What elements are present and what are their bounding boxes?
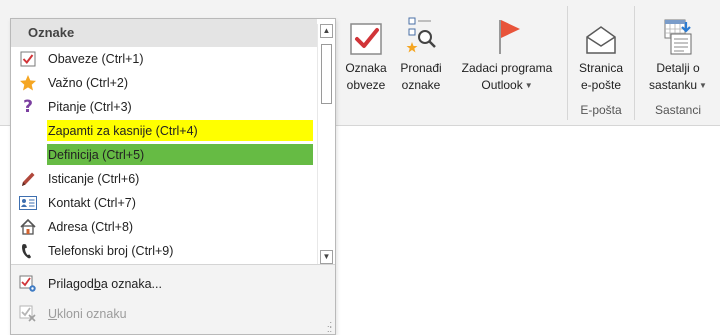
stranica-label-1: Stranica <box>578 61 624 75</box>
tag-item-pitanje[interactable]: ? Pitanje (Ctrl+3) <box>11 95 317 119</box>
customize-tags-text-pre: Prilagod <box>48 277 94 291</box>
tag-label: Važno (Ctrl+2) <box>48 75 129 90</box>
tag-item-definicija[interactable]: Definicija (Ctrl+5) <box>11 143 317 167</box>
house-icon <box>11 215 45 239</box>
phone-icon <box>11 239 45 263</box>
tags-header: Oznake <box>11 19 317 47</box>
tag-label: Pitanje (Ctrl+3) <box>48 99 132 114</box>
remove-tag-icon <box>11 305 45 323</box>
scroll-down-arrow-icon[interactable]: ▼ <box>320 250 333 264</box>
pronadi-oznake-label-1: Pronađi <box>400 61 442 75</box>
meeting-details-icon <box>660 12 696 56</box>
customize-tags-accelerator: b <box>93 277 101 291</box>
customize-tags-text-post: a oznaka... <box>100 277 162 291</box>
group-separator <box>634 6 635 120</box>
tag-label: Definicija (Ctrl+5) <box>48 147 145 162</box>
oznaka-obveze-button[interactable]: Oznaka obveze <box>342 12 390 94</box>
oznaka-obveze-label-1: Oznaka <box>345 61 387 75</box>
pen-icon <box>11 167 45 191</box>
contact-card-icon <box>11 191 45 215</box>
todo-checkbox-icon <box>349 12 383 56</box>
remove-tag-item[interactable]: Ukloni oznaku <box>11 300 335 328</box>
remove-tag-text: kloni oznaku <box>57 307 127 321</box>
tag-label: Isticanje (Ctrl+6) <box>48 171 140 186</box>
zadaci-label-2-wrap: Outlook ▼ <box>481 77 532 94</box>
tag-item-isticanje[interactable]: Isticanje (Ctrl+6) <box>11 167 317 191</box>
tag-item-kontakt[interactable]: Kontakt (Ctrl+7) <box>11 191 317 215</box>
flag-icon <box>492 12 522 56</box>
oznaka-obveze-label-2: obveze <box>346 78 386 92</box>
blank-icon-slot <box>11 143 45 167</box>
resize-grip-icon[interactable]: .:.: <box>327 320 332 334</box>
chevron-down-icon: ▼ <box>699 81 707 90</box>
stranica-e-poste-button[interactable]: Stranica e-pošte <box>573 12 629 94</box>
checkbox-icon <box>11 47 45 71</box>
customize-tags-icon <box>11 275 45 293</box>
chevron-down-icon: ▼ <box>524 81 533 90</box>
remove-tag-label: Ukloni oznaku <box>45 307 127 321</box>
tag-item-adresa[interactable]: Adresa (Ctrl+8) <box>11 215 317 239</box>
tag-label: Telefonski broj (Ctrl+9) <box>48 243 174 258</box>
scroll-thumb[interactable] <box>321 44 332 104</box>
zadaci-programa-outlook-button[interactable]: Zadaci programa Outlook ▼ <box>452 12 562 94</box>
remove-tag-accelerator: U <box>48 307 58 321</box>
customize-tags-label: Prilagodba oznaka... <box>45 277 162 291</box>
group-label-meetings: Sastanci <box>654 103 702 117</box>
pronadi-oznake-button[interactable]: Pronađi oznake <box>392 12 450 94</box>
tags-footer: Prilagodba oznaka... Ukloni oznaku .:.: <box>11 264 335 334</box>
envelope-icon <box>584 12 618 56</box>
detalji-label-2: sastanku <box>649 78 698 92</box>
group-separator <box>567 6 568 120</box>
group-label-email: E-pošta <box>580 103 622 117</box>
tag-label: Adresa (Ctrl+8) <box>48 219 134 234</box>
tag-item-vazno[interactable]: Važno (Ctrl+2) <box>11 71 317 95</box>
tag-label: Zapamti za kasnije (Ctrl+4) <box>48 123 198 138</box>
tags-list: Obaveze (Ctrl+1) Važno (Ctrl+2) ? Pitanj… <box>11 47 317 264</box>
tag-item-zapamti[interactable]: Zapamti za kasnije (Ctrl+4) <box>11 119 317 143</box>
tag-item-obaveze[interactable]: Obaveze (Ctrl+1) <box>11 47 317 71</box>
pronadi-oznake-label-2: oznake <box>401 78 441 92</box>
zadaci-label-1: Zadaci programa <box>461 61 553 75</box>
customize-tags-item[interactable]: Prilagodba oznaka... <box>11 270 335 298</box>
detalji-label-2-wrap: sastanku ▼ <box>649 77 707 94</box>
scroll-up-arrow-icon[interactable]: ▲ <box>320 24 333 38</box>
blank-icon-slot <box>11 119 45 143</box>
tags-scrollbar[interactable]: ▲ ▼ <box>317 24 334 264</box>
zadaci-label-2: Outlook <box>481 78 523 92</box>
stranica-label-2: e-pošte <box>580 78 622 92</box>
star-icon <box>11 71 45 95</box>
tag-label: Kontakt (Ctrl+7) <box>48 195 136 210</box>
tags-dropdown: Oznake Obaveze (Ctrl+1) Važno (Ctrl+2) ?… <box>10 18 336 335</box>
tag-item-telefonski-broj[interactable]: Telefonski broj (Ctrl+9) <box>11 239 317 263</box>
question-icon: ? <box>23 97 33 117</box>
detalji-o-sastanku-button[interactable]: Detalji o sastanku ▼ <box>640 12 716 94</box>
detalji-label-1: Detalji o <box>656 61 700 75</box>
tag-label: Obaveze (Ctrl+1) <box>48 51 144 66</box>
find-tags-icon <box>403 12 439 56</box>
